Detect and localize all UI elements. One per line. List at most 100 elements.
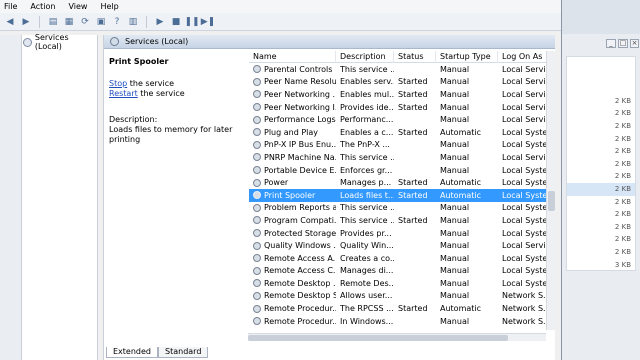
scroll-thumb[interactable]	[248, 335, 508, 341]
tree-item-services-local[interactable]: Services (Local)	[22, 33, 97, 51]
cell-status: Started	[398, 77, 428, 87]
cell-name: Peer Name Resolu...	[249, 77, 336, 86]
table-row[interactable]: Quality Windows ... Quality Win... Manual L…	[249, 239, 549, 252]
cell-description: This service ...	[340, 64, 394, 74]
refresh-icon[interactable]: ⟳	[79, 16, 91, 28]
column-header-startup-type[interactable]: Startup Type	[436, 50, 498, 63]
cell-description: Provides pr...	[340, 228, 392, 238]
background-window: _ □ × 2 KB 2 KB 2 KB 2 KB 2 KB 2 KB 2 KB 2 KB 2 …	[562, 0, 640, 360]
menu-view[interactable]: View	[68, 2, 87, 11]
table-row[interactable]: Parental Controls This service ... Manual L…	[249, 63, 549, 76]
column-header-description[interactable]: Description	[336, 50, 394, 63]
service-name-text: Remote Procedur...	[264, 304, 336, 314]
table-row[interactable]: Problem Reports a... This service ... Manu…	[249, 202, 549, 215]
export-icon[interactable]: ▣	[95, 16, 107, 28]
service-name-text: Remote Desktop ...	[264, 278, 336, 288]
service-gear-icon	[253, 254, 261, 263]
cell-status: Started	[398, 190, 428, 200]
service-name-text: Remote Access C...	[264, 266, 336, 276]
scroll-thumb[interactable]	[548, 191, 555, 211]
cell-name: Problem Reports a...	[249, 203, 336, 212]
table-row[interactable]: Remote Desktop S... Allows user... Manual N…	[249, 290, 549, 303]
start-icon[interactable]: ▶	[154, 16, 166, 28]
back-icon[interactable]: ◀	[4, 16, 16, 28]
maximize-icon[interactable]: □	[618, 39, 628, 48]
cell-log-on-as: Local Syste...	[502, 215, 549, 225]
cell-description: This service ...	[340, 215, 394, 225]
pause-icon[interactable]: ❚❚	[184, 16, 199, 28]
forward-icon[interactable]: ▶	[20, 16, 32, 28]
cell-startup-type: Manual	[440, 77, 470, 87]
table-row[interactable]: Peer Name Resolu... Enables serv... Starte…	[249, 76, 549, 89]
table-row[interactable]: Program Compati... This service ... Starte…	[249, 214, 549, 227]
menu-help[interactable]: Help	[100, 2, 118, 11]
cell-description: This service ...	[340, 152, 394, 162]
cell-status: Started	[398, 89, 428, 99]
file-size: 2 KB	[614, 210, 631, 219]
menu-file[interactable]: File	[4, 2, 17, 11]
horizontal-scrollbar[interactable]	[248, 333, 546, 341]
file-size-list: 2 KB 2 KB 2 KB 2 KB 2 KB 2 KB 2 KB 2 KB 2 KB 2 KB…	[566, 56, 636, 271]
tab-standard[interactable]: Standard	[158, 347, 209, 358]
table-row[interactable]: Remote Access A... Creates a co... Manual L…	[249, 252, 549, 265]
table-row[interactable]: Portable Device E... Enforces gr... Manual…	[249, 164, 549, 177]
table-row[interactable]: Plug and Play Enables a c... Started Automa…	[249, 126, 549, 139]
restart-service-link[interactable]: Restart	[109, 89, 138, 98]
stop-service-link[interactable]: Stop	[109, 79, 127, 88]
vertical-scrollbar[interactable]	[546, 51, 555, 330]
cell-status: Started	[398, 304, 428, 314]
restart-icon[interactable]: ▶❚	[201, 16, 215, 28]
stop-icon[interactable]: ■	[170, 16, 182, 28]
cell-startup-type: Manual	[440, 278, 470, 288]
cell-name: Portable Device E...	[249, 166, 336, 175]
tab-extended[interactable]: Extended	[106, 347, 158, 358]
table-row[interactable]: Performance Logs... Performanc... Manual Lo…	[249, 113, 549, 126]
service-gear-icon	[253, 304, 261, 313]
service-gear-icon	[253, 77, 261, 86]
view-tabs: Extended Standard	[106, 347, 209, 359]
close-icon[interactable]: ×	[630, 39, 639, 48]
tree-item-label: Services (Local)	[34, 33, 69, 51]
menu-action[interactable]: Action	[30, 2, 55, 11]
table-row[interactable]: Remote Access C... Manages di... Manual Loc…	[249, 265, 549, 278]
file-size	[567, 70, 635, 83]
cell-startup-type: Manual	[440, 165, 470, 175]
table-row[interactable]: Remote Procedur... In Windows... Manual Net…	[249, 315, 549, 328]
cell-name: Remote Desktop S...	[249, 291, 336, 300]
description-label: Description:	[109, 115, 158, 124]
service-name-text: Performance Logs...	[264, 115, 336, 125]
cell-status: Started	[398, 178, 428, 188]
table-row[interactable]: Power Manages p... Started Automatic Local S…	[249, 176, 549, 189]
cell-name: Power	[249, 178, 336, 187]
pane-header: Services (Local)	[104, 35, 555, 49]
cell-name: Plug and Play	[249, 128, 336, 137]
table-row[interactable]: Remote Procedur... The RPCSS ... Started Au…	[249, 302, 549, 315]
table-row[interactable]: PnP-X IP Bus Enu... The PnP-X ... Manual Lo…	[249, 139, 549, 152]
cell-log-on-as: Network S...	[502, 316, 549, 326]
service-name-text: Peer Networking I...	[264, 102, 336, 112]
service-name-text: Quality Windows ...	[264, 241, 336, 251]
table-row[interactable]: Remote Desktop ... Remote Des... Manual Loc…	[249, 277, 549, 290]
cell-startup-type: Manual	[440, 115, 470, 125]
cell-log-on-as: Local Syste...	[502, 127, 549, 137]
cell-name: Peer Networking ...	[249, 90, 336, 99]
table-row[interactable]: Protected Storage Provides pr... Manual Loc…	[249, 227, 549, 240]
service-gear-icon	[253, 140, 261, 149]
console-tree-icon[interactable]: ▤	[47, 16, 59, 28]
column-header-status[interactable]: Status	[394, 50, 436, 63]
help-icon[interactable]: ?	[111, 16, 123, 28]
view-icon[interactable]: ▥	[127, 16, 139, 28]
table-row[interactable]: Peer Networking I... Provides ide... Start…	[249, 101, 549, 114]
table-row[interactable]: PNRP Machine Na... This service ... Manual…	[249, 151, 549, 164]
cell-name: Print Spooler	[249, 191, 336, 200]
cell-description: In Windows...	[340, 316, 394, 326]
service-gear-icon	[253, 178, 261, 187]
cell-log-on-as: Local Syste...	[502, 178, 549, 188]
properties-icon[interactable]: ▦	[63, 16, 75, 28]
column-header-name[interactable]: Name	[249, 50, 336, 63]
table-row[interactable]: Print Spooler Loads files t... Started Auto…	[249, 188, 549, 202]
table-row[interactable]: Peer Networking ... Enables mul... Started…	[249, 88, 549, 101]
service-name-text: Parental Controls	[264, 64, 333, 74]
minimize-icon[interactable]: _	[606, 39, 616, 48]
column-header-log-on-as[interactable]: Log On As	[498, 50, 549, 63]
